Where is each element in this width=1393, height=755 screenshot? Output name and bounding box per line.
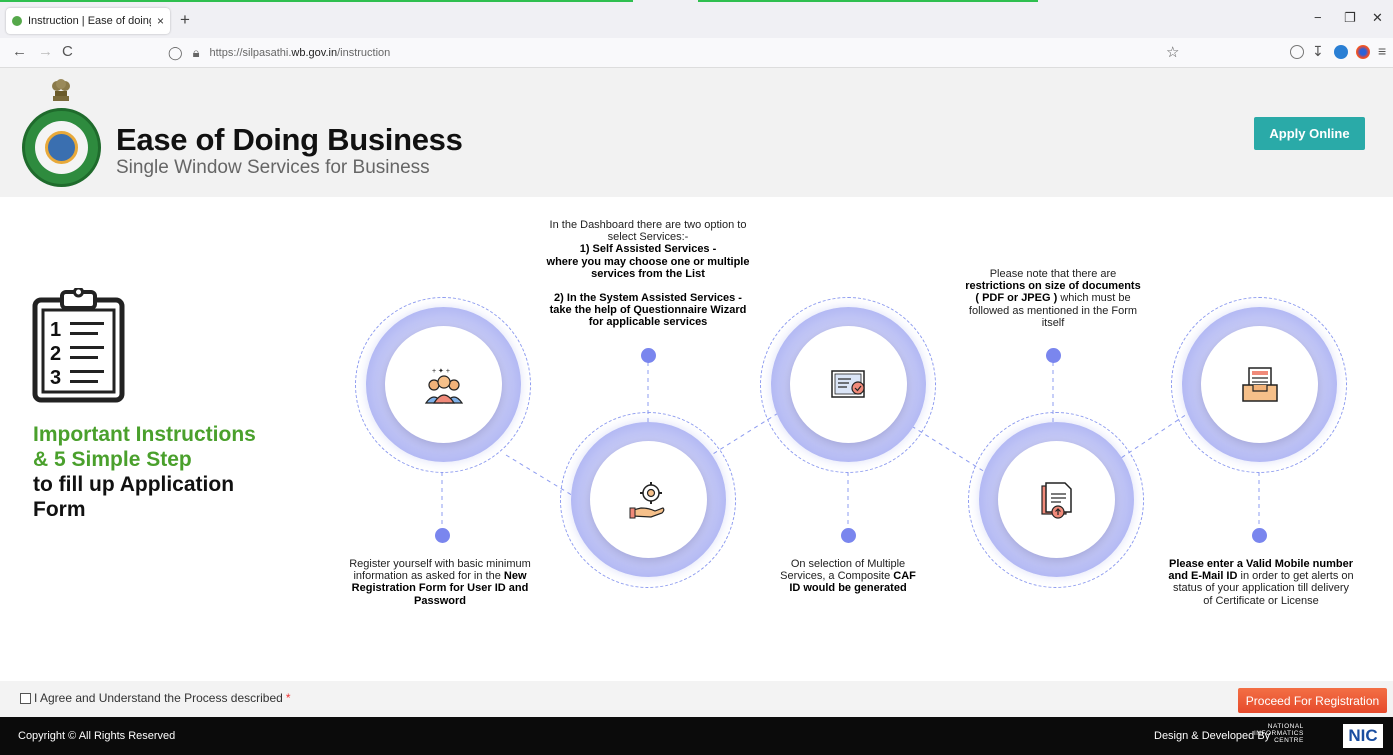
step4-text: Please note that there are restrictions … [965,268,1141,329]
step2-dot [641,348,656,363]
required-marker: * [285,691,291,705]
agree-checkbox-label[interactable]: I Agree and Understand the Process descr… [20,691,291,705]
tab-title: Instruction | Ease of doing busin [28,15,151,27]
menu-icon[interactable]: ≡ [1378,43,1386,59]
window-close-button[interactable]: ✕ [1372,10,1383,26]
step3-circle [790,326,907,443]
step1-circle: + ✦ + [385,326,502,443]
document-upload-icon [1040,481,1072,519]
service-gear-icon [629,481,664,518]
proceed-registration-button[interactable]: Proceed For Registration [1238,688,1387,713]
step5-circle [1201,326,1318,443]
tab-close-icon[interactable]: × [157,14,164,28]
nic-logo[interactable]: NIC [1343,724,1383,748]
shield-icon[interactable]: ◯ [168,45,183,61]
certificate-icon [830,369,865,398]
download-icon[interactable]: ↧ [1312,43,1324,60]
footer: Copyright © All Rights Reserved Design &… [0,717,1393,755]
browser-nav-bar: ← → C ◯ 🔒︎ https://silpasathi.wb.gov.in/… [0,38,1393,68]
url-bar[interactable]: ◯ 🔒︎ https://silpasathi.wb.gov.in/instru… [168,42,1188,64]
url-text[interactable]: https://silpasathi.wb.gov.in/instruction [209,47,390,59]
bookmark-star-icon[interactable]: ☆ [1166,43,1179,61]
ashoka-emblem-icon [52,79,70,101]
site-header: Ease of Doing Business Single Window Ser… [0,68,1393,197]
step4-dot [1046,348,1061,363]
step1-dot [435,528,450,543]
step2-text: In the Dashboard there are two option to… [546,219,750,329]
step4-circle [998,441,1115,558]
svg-text:+ ✦ +: + ✦ + [432,367,450,375]
lock-icon[interactable]: 🔒︎ [193,45,200,61]
browser-tab[interactable]: Instruction | Ease of doing busin × [6,8,170,34]
apply-online-button[interactable]: Apply Online [1254,117,1365,150]
restore-button[interactable]: ❐ [1344,10,1356,26]
nic-wordmark: NATIONAL INFORMATICS CENTRE [1254,723,1304,744]
step2-circle [590,441,707,558]
taskbar-accent [698,0,1038,2]
profile-icon[interactable] [1356,45,1370,59]
new-tab-button[interactable]: + [180,10,190,30]
step3-text: On selection of Multiple Services, a Com… [780,558,916,595]
step5-text: Please enter a Valid Mobile number and E… [1168,558,1354,607]
west-bengal-seal-logo [22,108,101,187]
extension-icon[interactable] [1334,45,1348,59]
copyright-text: Copyright © All Rights Reserved [18,730,176,742]
minimize-button[interactable]: − [1314,10,1322,25]
browser-tab-bar: Instruction | Ease of doing busin × + − … [0,0,1393,38]
forward-button[interactable]: → [38,43,53,60]
agree-text: I Agree and Understand the Process descr… [34,691,283,705]
agree-bar: I Agree and Understand the Process descr… [0,681,1393,717]
step1-text: Register yourself with basic minimum inf… [349,558,531,607]
agree-checkbox[interactable] [20,692,31,704]
team-icon: + ✦ + [424,367,463,404]
site-title: Ease of Doing Business [116,122,463,157]
step3-dot [841,528,856,543]
favicon-icon [12,16,22,26]
pocket-icon[interactable] [1290,45,1304,59]
back-button[interactable]: ← [12,43,27,60]
developed-by-text: Design & Developed By [1154,730,1271,742]
site-subtitle: Single Window Services for Business [116,157,430,178]
step5-dot [1252,528,1267,543]
reload-button[interactable]: C [62,43,73,60]
inbox-tray-icon [1241,366,1278,402]
taskbar-accent [0,0,633,2]
